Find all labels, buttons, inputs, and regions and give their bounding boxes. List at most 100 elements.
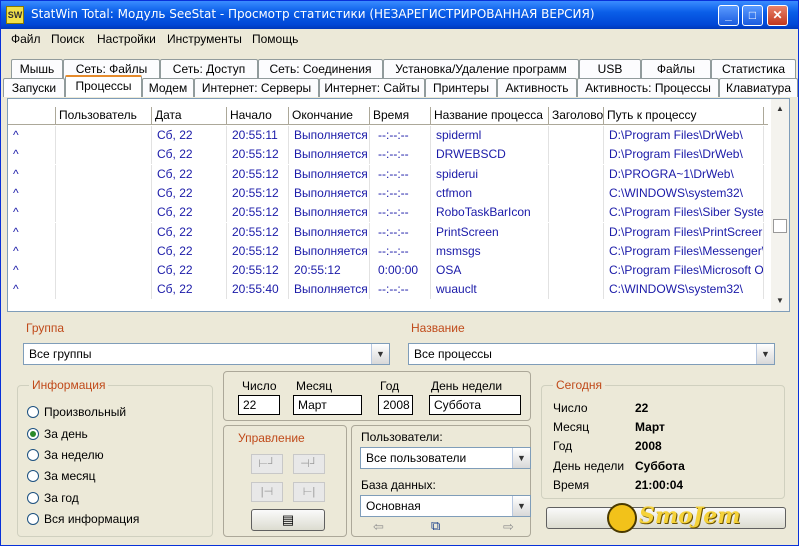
table-row[interactable]: ^ Сб, 22 20:55:12 Выполняется --:--:-- msmsgs… (8, 241, 768, 261)
tab-internet-servers[interactable]: Интернет: Серверы (194, 78, 319, 97)
name-select[interactable]: Все процессы ▼ (408, 343, 775, 365)
tab-internet-sites[interactable]: Интернет: Сайты (319, 78, 425, 97)
scroll-up-icon[interactable]: ▲ (772, 101, 788, 117)
number-field[interactable]: 22 (238, 395, 280, 415)
table-cell (56, 241, 152, 261)
step-forward-button[interactable]: ⊣┘ (293, 454, 325, 474)
table-row[interactable]: ^ Сб, 22 20:55:12 Выполняется --:--:-- ctfmon… (8, 183, 768, 203)
database-icon[interactable]: ⧉ (431, 518, 440, 534)
table-cell: ^ (8, 241, 56, 261)
go-first-button[interactable]: |⊣ (251, 482, 283, 502)
radio-custom[interactable]: Произвольный (27, 405, 126, 419)
month-field[interactable]: Март (293, 395, 362, 415)
tab-keyboard[interactable]: Клавиатура (719, 78, 798, 97)
scroll-thumb[interactable] (773, 219, 787, 233)
scroll-down-icon[interactable]: ▼ (772, 293, 788, 309)
table-row[interactable]: ^ Сб, 22 20:55:12 Выполняется --:--:-- RoboTa… (8, 203, 768, 223)
table-header: Пользователь Дата Начало Окончание Время… (8, 107, 768, 125)
radio-month[interactable]: За месяц (27, 469, 96, 483)
tab-files[interactable]: Файлы (641, 59, 711, 78)
radio-week[interactable]: За неделю (27, 448, 104, 462)
table-row[interactable]: ^ Сб, 22 20:55:12 Выполняется --:--:-- PrintS… (8, 222, 768, 242)
table-cell: Выполняется (289, 126, 370, 145)
col-marker[interactable] (8, 107, 56, 125)
group-select[interactable]: Все группы ▼ (23, 343, 390, 365)
table-cell: --:--:-- (370, 126, 431, 145)
menu-file[interactable]: Файл (11, 32, 41, 46)
year-field[interactable]: 2008 (378, 395, 413, 415)
col-start[interactable]: Начало (227, 107, 289, 125)
report-button[interactable]: ▤ (251, 509, 325, 531)
go-last-button[interactable]: ⊢| (293, 482, 325, 502)
radio-year[interactable]: За год (27, 491, 79, 505)
tab-activity[interactable]: Активность (497, 78, 577, 97)
table-cell: --:--:-- (370, 203, 431, 223)
users-select[interactable]: Все пользователи ▼ (360, 447, 531, 469)
col-time[interactable]: Время (370, 107, 431, 125)
chevron-down-icon[interactable]: ▼ (756, 344, 774, 364)
tab-modem[interactable]: Модем (142, 78, 194, 97)
col-process-name[interactable]: Название процесса (431, 107, 549, 125)
col-end[interactable]: Окончание (289, 107, 370, 125)
chevron-down-icon[interactable]: ▼ (371, 344, 389, 364)
table-cell: Сб, 22 (152, 241, 227, 261)
table-cell: ^ (8, 145, 56, 165)
table-cell (56, 203, 152, 223)
table-cell (549, 222, 604, 242)
tab-statistics[interactable]: Статистика (711, 59, 796, 78)
table-cell: --:--:-- (370, 183, 431, 203)
table-cell: Выполняется (289, 145, 370, 165)
table-cell: --:--:-- (370, 222, 431, 242)
tab-install-remove[interactable]: Установка/Удаление программ (383, 59, 579, 78)
chevron-down-icon[interactable]: ▼ (512, 496, 530, 516)
bee-icon (607, 503, 637, 533)
minimize-button[interactable]: _ (718, 5, 739, 26)
table-cell: 20:55:12 (227, 164, 289, 184)
maximize-button[interactable]: □ (742, 5, 763, 26)
today-month-value: Март (635, 420, 665, 434)
window-title: StatWin Total: Модуль SeeStat - Просмотр… (31, 7, 595, 21)
tab-printers[interactable]: Принтеры (425, 78, 497, 97)
radio-dot-icon (27, 470, 39, 482)
table-cell: Выполняется (289, 280, 370, 300)
col-caption[interactable]: Заголово (549, 107, 604, 125)
menu-help[interactable]: Помощь (252, 32, 298, 46)
table-row[interactable]: ^ Сб, 22 20:55:11 Выполняется --:--:-- spider… (8, 126, 768, 145)
col-user[interactable]: Пользователь (56, 107, 152, 125)
close-button[interactable]: ✕ (767, 5, 788, 26)
arrow-left-icon[interactable]: ⇦ (373, 519, 384, 535)
tab-net-connections[interactable]: Сеть: Соединения (258, 59, 383, 78)
document-icon: ▤ (281, 512, 295, 527)
table-cell: wuauclt (431, 280, 549, 300)
table-row[interactable]: ^ Сб, 22 20:55:40 Выполняется --:--:-- wuaucl… (8, 280, 768, 300)
tab-row-bottom: Запуски Процессы Модем Интернет: Серверы… (3, 75, 798, 97)
tab-processes[interactable]: Процессы (65, 75, 142, 97)
table-cell: ^ (8, 261, 56, 281)
arrow-right-icon[interactable]: ⇨ (503, 519, 514, 535)
table-cell: PrintScreen (431, 222, 549, 242)
chevron-down-icon[interactable]: ▼ (512, 448, 530, 468)
db-select[interactable]: Основная ▼ (360, 495, 531, 517)
radio-day[interactable]: За день (27, 427, 88, 441)
col-path[interactable]: Путь к процессу (604, 107, 764, 125)
tab-usb[interactable]: USB (579, 59, 641, 78)
today-number-value: 22 (635, 401, 649, 415)
tab-net-access[interactable]: Сеть: Доступ (160, 59, 258, 78)
radio-all[interactable]: Вся информация (27, 512, 139, 526)
process-table[interactable]: Пользователь Дата Начало Окончание Время… (7, 98, 790, 312)
table-row[interactable]: ^ Сб, 22 20:55:12 20:55:12 0:00:00 OSA C:\Prog… (8, 261, 768, 281)
weekday-field[interactable]: Суббота (429, 395, 521, 415)
table-vscrollbar[interactable]: ▲ ▼ (771, 99, 789, 311)
step-back-button[interactable]: ⊢┘ (251, 454, 283, 474)
menu-tools[interactable]: Инструменты (167, 32, 242, 46)
col-date[interactable]: Дата (152, 107, 227, 125)
tab-mouse[interactable]: Мышь (11, 59, 63, 78)
table-row[interactable]: ^ Сб, 22 20:55:12 Выполняется --:--:-- DRWEBS… (8, 145, 768, 165)
table-row[interactable]: ^ Сб, 22 20:55:12 Выполняется --:--:-- spider… (8, 164, 768, 184)
menu-settings[interactable]: Настройки (97, 32, 156, 46)
menu-search[interactable]: Поиск (51, 32, 84, 46)
table-cell: 20:55:12 (227, 261, 289, 281)
table-cell: 20:55:12 (227, 183, 289, 203)
tab-launches[interactable]: Запуски (3, 78, 65, 97)
tab-activity-processes[interactable]: Активность: Процессы (577, 78, 719, 97)
